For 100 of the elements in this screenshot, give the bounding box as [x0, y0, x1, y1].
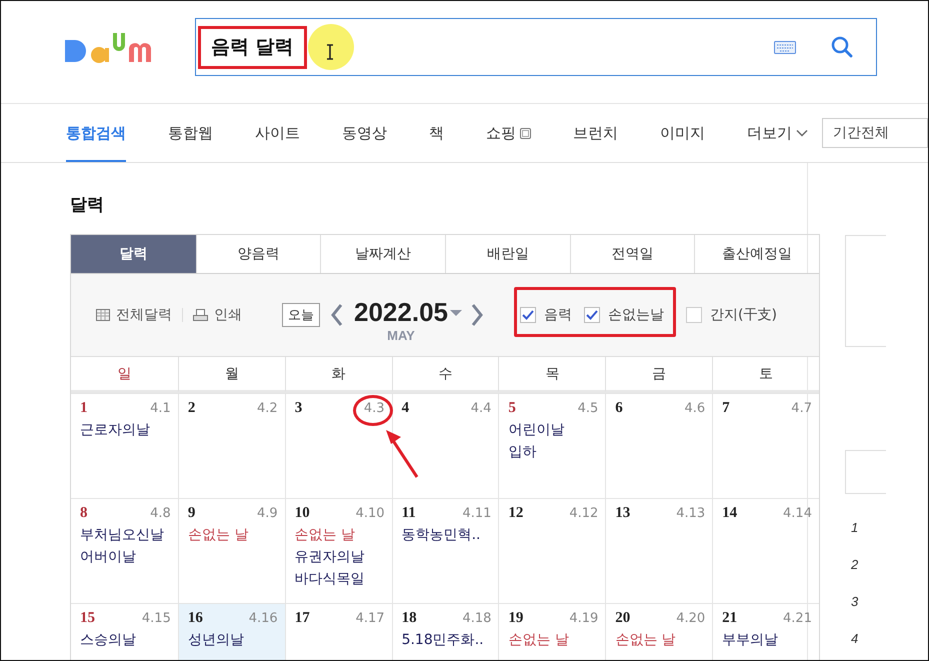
lunar-date: 4.14 [783, 506, 812, 521]
day-event: 입하 [508, 443, 536, 462]
calendar-tab[interactable]: 날짜계산 [320, 235, 445, 273]
nav-tab[interactable]: 쇼핑 [486, 104, 531, 162]
day-event: 스승의날 [80, 631, 136, 650]
checkbox[interactable] [686, 307, 702, 323]
option-label: 음력 [544, 306, 572, 324]
day-cell[interactable]: 10 4.10 손없는 날 유권자의날 바다식목일 [284, 498, 392, 603]
search-icon[interactable] [830, 35, 854, 59]
day-cell[interactable]: 16 4.16 성년의날 [178, 603, 285, 660]
calendar-tab[interactable]: 배란일 [444, 235, 570, 273]
nav-tab[interactable]: 브런치 [573, 104, 618, 162]
lunar-date: 4.10 [356, 506, 385, 521]
lunar-date: 4.8 [150, 506, 171, 521]
day-number: 4 [402, 400, 410, 417]
day-number: 12 [508, 505, 524, 522]
today-button[interactable]: 오늘 [282, 303, 320, 327]
weekday-header: 목 [498, 357, 606, 393]
lunar-date: 4.1 [150, 401, 171, 416]
option-checkbox[interactable]: 음력 [520, 306, 572, 324]
day-cell[interactable]: 12 4.12 [498, 498, 606, 603]
day-event: 손없는 날 [615, 631, 676, 650]
day-event: 동학농민혁.. [402, 526, 480, 545]
window-icon [520, 128, 531, 138]
option-label: 간지(干支) [710, 306, 777, 324]
day-cell[interactable]: 1 4.1 근로자의날 [71, 393, 178, 498]
search-field[interactable]: 음력 달력 [195, 18, 877, 76]
weekday-header: 수 [392, 357, 498, 393]
nav-tab[interactable]: 더보기 [747, 104, 808, 162]
full-calendar-link[interactable]: 전체달력 [96, 306, 172, 324]
lunar-date: 4.5 [578, 401, 598, 416]
calendar-tab[interactable]: 양음력 [196, 235, 320, 273]
day-number: 7 [722, 400, 730, 417]
period-select[interactable]: 기간전체 [822, 118, 928, 148]
day-cell[interactable]: 20 4.20 손없는 날 [605, 603, 712, 660]
day-cell[interactable]: 13 4.13 [605, 498, 712, 603]
previous-month-icon[interactable] [330, 303, 344, 327]
day-number: 5 [508, 400, 516, 417]
lunar-date: 4.7 [791, 401, 812, 416]
next-month-icon[interactable] [470, 303, 484, 327]
month-title[interactable]: 2022.05 [354, 297, 448, 328]
weekday-header: 월 [178, 357, 285, 393]
calendar-tab[interactable]: 출산예정일 [694, 235, 819, 273]
lunar-date: 4.19 [569, 611, 598, 626]
print-link[interactable]: 인쇄 [193, 306, 242, 324]
option-checkbox[interactable]: 간지(干支) [686, 306, 777, 324]
lunar-date: 4.18 [462, 611, 492, 626]
checkbox[interactable] [520, 307, 536, 323]
day-event: 유권자의날 [294, 548, 365, 567]
nav-tab[interactable]: 통합검색 [66, 104, 126, 162]
day-number: 18 [402, 610, 417, 627]
day-number: 19 [508, 610, 524, 627]
day-cell[interactable]: 17 4.17 [284, 603, 392, 660]
nav-tab[interactable]: 책 [429, 104, 444, 162]
day-cell[interactable]: 18 4.18 5.18민주화.. [392, 603, 498, 660]
calendar-tab[interactable]: 전역일 [570, 235, 694, 273]
nav-tab[interactable]: 이미지 [660, 104, 705, 162]
calendar-tab[interactable]: 달력 [71, 235, 196, 273]
chevron-down-icon [796, 129, 808, 137]
lunar-date: 4.2 [257, 401, 278, 416]
option-checkbox[interactable]: 손없는날 [584, 306, 664, 324]
highlight-circle [353, 395, 393, 426]
lunar-date: 4.9 [257, 506, 278, 521]
day-cell[interactable]: 6 4.6 [605, 393, 712, 498]
caret-icon[interactable] [450, 309, 462, 317]
nav-tab[interactable]: 사이트 [255, 104, 300, 162]
printer-icon [193, 308, 208, 322]
day-cell[interactable]: 19 4.19 손없는 날 [498, 603, 606, 660]
lunar-date: 4.11 [462, 506, 492, 521]
day-number: 8 [80, 505, 88, 522]
day-event: 부부의날 [722, 631, 778, 650]
text-cursor-icon [325, 44, 335, 60]
list-number: 2 [851, 557, 858, 574]
nav-tab[interactable]: 동영상 [342, 104, 387, 162]
day-number: 15 [80, 610, 95, 627]
keyboard-icon[interactable] [774, 40, 796, 54]
day-number: 13 [615, 505, 630, 522]
day-number: 6 [615, 400, 623, 417]
lunar-date: 4.20 [676, 611, 706, 626]
day-cell[interactable]: 11 4.11 동학농민혁.. [392, 498, 498, 603]
day-event: 성년의날 [188, 631, 244, 650]
day-cell[interactable]: 21 4.21 부부의날 [712, 603, 819, 660]
lunar-date: 4.15 [142, 611, 171, 626]
nav-tab[interactable]: 통합웹 [168, 104, 213, 162]
day-cell[interactable]: 5 4.5 어린이날 입하 [498, 393, 606, 498]
day-cell[interactable]: 14 4.14 [712, 498, 819, 603]
day-event: 근로자의날 [80, 421, 150, 440]
day-number: 3 [294, 400, 302, 417]
day-event: 손없는 날 [294, 526, 356, 545]
day-cell[interactable]: 2 4.2 [178, 393, 285, 498]
day-number: 9 [188, 505, 196, 522]
day-number: 10 [294, 505, 310, 522]
day-event: 5.18민주화.. [402, 631, 484, 650]
side-card [845, 450, 886, 494]
day-number: 14 [722, 505, 738, 522]
lunar-date: 4.17 [356, 611, 385, 626]
day-cell[interactable]: 7 4.7 [712, 393, 819, 498]
weekday-header: 화 [284, 357, 392, 393]
checkbox[interactable] [584, 307, 600, 323]
day-cell[interactable]: 8 4.8 부처님오신날 어버이날 [71, 498, 178, 603]
